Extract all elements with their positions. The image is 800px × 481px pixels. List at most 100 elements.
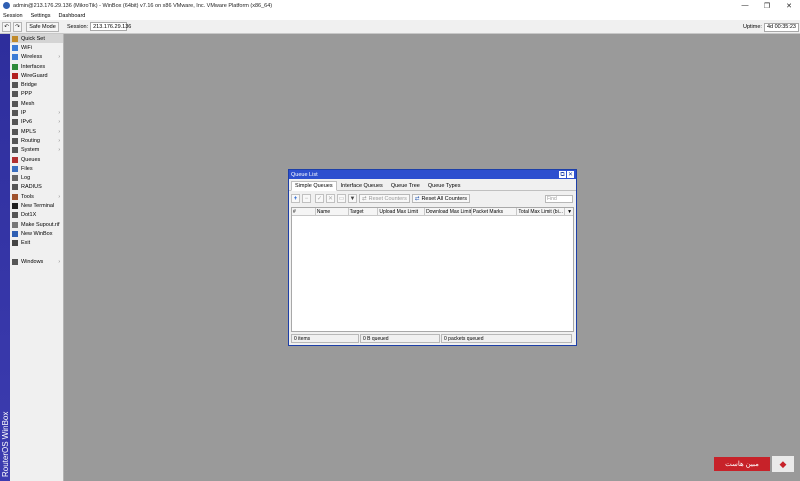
comment-icon[interactable]: ▭ [337,194,346,203]
sidebar-item-label: Exit [21,240,31,247]
radius-icon [12,184,18,191]
status-queued-packets: 0 packets queued [441,334,572,343]
sidebar-item-label: Wireless [21,54,43,61]
sidebar-item-mesh[interactable]: Mesh [10,99,63,108]
ipv6-icon [12,119,18,126]
simple-queues-table: # Name Target Upload Max Limit Download … [291,207,574,332]
sidebar-item-system[interactable]: System › [10,146,63,155]
column-header-upload-max-limit[interactable]: Upload Max Limit [378,208,426,216]
vertical-brand-strip: RouterOS WinBox [0,34,10,481]
minimize-button[interactable]: — [734,0,756,11]
column-header-name[interactable]: Name [316,208,349,216]
sidebar-item-label: WiFi [21,44,32,51]
session-field: 213.176.29.136 [90,22,131,31]
sidebar-item-new-terminal[interactable]: New Terminal [10,201,63,210]
tab-queue-tree[interactable]: Queue Tree [387,181,424,191]
menu-session[interactable]: Session [3,13,23,19]
menu-settings[interactable]: Settings [31,13,51,19]
wireless-icon [12,54,18,61]
undo-icon[interactable]: ↶ [2,21,11,32]
enable-icon[interactable]: ✓ [315,194,324,203]
sidebar-item-label: IP [21,110,27,117]
close-icon[interactable]: ✕ [567,171,574,178]
log-icon [12,175,18,182]
find-input[interactable]: Find [545,195,573,203]
table-header: # Name Target Upload Max Limit Download … [292,208,573,216]
reset-counters-label: Reset Counters [368,195,407,202]
menu-dashboard[interactable]: Dashboard [58,13,85,19]
sidebar-item-new-winbox[interactable]: New WinBox [10,229,63,238]
sidebar-item-ip[interactable]: IP › [10,108,63,117]
sidebar-item-ppp[interactable]: PPP [10,90,63,99]
tab-interface-queues[interactable]: Interface Queues [337,181,387,191]
reset-counters-button[interactable]: ⇄ Reset Counters [359,194,410,203]
submenu-arrow-icon: › [58,147,60,154]
sidebar-item-label: Routing [21,137,40,144]
submenu-arrow-icon: › [58,110,60,117]
sidebar-item-queues[interactable]: Queues [10,155,63,164]
sidebar-item-exit[interactable]: Exit [10,239,63,248]
sidebar-item-dot1x[interactable]: Dot1X [10,211,63,220]
queue-toolbar: + − ✓ ✕ ▭ ▼ ⇄ Reset Counters ⇄ Reset All… [289,193,576,204]
sidebar-item-make-supout-rif[interactable]: Make Supout.rif [10,220,63,229]
sidebar-item-wifi[interactable]: WiFi [10,43,63,52]
column-header-download-max-limit[interactable]: Download Max Limit [425,208,472,216]
windows-icon [12,258,18,265]
remove-icon[interactable]: − [302,194,311,203]
sidebar-item-label: Make Supout.rif [21,221,60,228]
sidebar-item-label: WireGuard [21,72,48,79]
add-icon[interactable]: + [291,194,300,203]
reset-all-counters-icon: ⇄ [414,195,420,202]
column-header-target[interactable]: Target [349,208,379,216]
sidebar-item-log[interactable]: Log [10,173,63,182]
close-button[interactable]: ✕ [778,0,800,11]
safe-mode-button[interactable]: Safe Mode [26,21,59,32]
tab-simple-queues[interactable]: Simple Queues [291,181,337,191]
disable-icon[interactable]: ✕ [326,194,335,203]
sidebar-item-wireguard[interactable]: WireGuard [10,71,63,80]
vertical-brand-text: RouterOS WinBox [1,411,10,477]
sidebar-item-label: New WinBox [21,230,53,237]
queue-tabs: Simple Queues Interface Queues Queue Tre… [289,181,576,191]
maximize-button[interactable]: ❐ [756,0,778,11]
uptime-value: 4d 00:35:23 [763,22,799,32]
column-menu-icon[interactable]: ▼ [565,208,573,216]
sidebar-item-files[interactable]: Files [10,164,63,173]
submenu-arrow-icon: › [58,258,60,265]
queue-list-window[interactable]: Queue List ⧉ ✕ Simple Queues Interface Q… [288,169,577,346]
sidebar-item-interfaces[interactable]: Interfaces [10,62,63,71]
sidebar-item-label: RADIUS [21,184,42,191]
sidebar-item-radius[interactable]: RADIUS [10,183,63,192]
reset-all-counters-label: Reset All Counters [421,195,467,202]
menu-bar: Session Settings Dashboard [0,11,800,20]
sidebar-item-quick-set[interactable]: Quick Set [10,34,63,44]
sidebar-item-label: Mesh [21,100,35,107]
sidebar-item-ipv6[interactable]: IPv6 › [10,118,63,127]
queue-status-bar: 0 items 0 B queued 0 packets queued [291,334,574,343]
sidebar-item-windows[interactable]: Windows › [10,257,63,266]
column-header-number[interactable]: # [292,208,316,216]
sidebar-item-label: System [21,147,40,154]
sidebar-item-label: PPP [21,91,33,98]
redo-icon[interactable]: ↷ [13,21,22,32]
sidebar-item-tools[interactable]: Tools › [10,192,63,201]
sidebar-item-bridge[interactable]: Bridge [10,80,63,89]
mpls-icon [12,128,18,135]
column-header-total-max-limit[interactable]: Total Max Limit (bi... [517,208,566,216]
tab-queue-types[interactable]: Queue Types [424,181,465,191]
queue-window-titlebar[interactable]: Queue List ⧉ ✕ [289,170,576,179]
tools-icon [12,193,18,200]
filter-icon[interactable]: ▼ [348,194,357,203]
watermark-text: مبین هاست [714,457,770,471]
restore-icon[interactable]: ⧉ [559,171,566,178]
sidebar-item-label: Log [21,175,31,182]
sidebar-item-mpls[interactable]: MPLS › [10,127,63,136]
reset-all-counters-button[interactable]: ⇄ Reset All Counters [411,194,470,203]
sidebar-item-wireless[interactable]: Wireless › [10,53,63,62]
quick-set-icon [12,35,18,42]
sidebar-item-routing[interactable]: Routing › [10,136,63,145]
column-header-packet-marks[interactable]: Packet Marks [472,208,518,216]
reset-counters-icon: ⇄ [362,195,367,202]
mesh-icon [12,100,18,107]
